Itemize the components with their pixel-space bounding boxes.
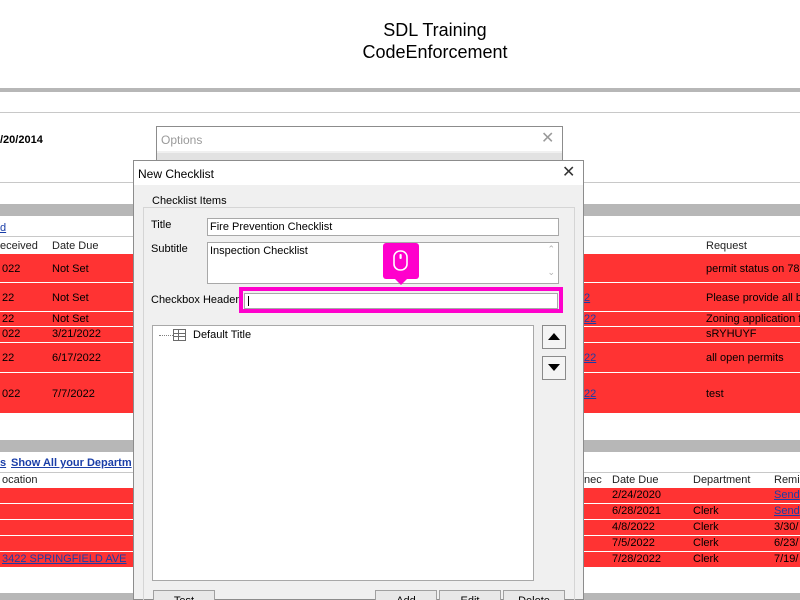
cell-request: test [706,388,724,400]
cell-date-due: Not Set [52,313,89,325]
cell-received: 22 [2,313,15,325]
cell-link[interactable]: 22 [584,352,596,364]
cell-received: 22 [2,292,15,304]
cell-date-due: 6/17/2022 [52,352,101,364]
cell-department: Clerk [693,521,719,533]
pointer-tail [394,278,408,285]
highlight-box [239,287,563,313]
cell-date-due: 2/24/2020 [612,489,661,501]
delete-button[interactable]: Delete [503,590,565,600]
tree-item-default-title[interactable]: Default Title [193,329,251,341]
cell-date-due: 4/8/2022 [612,521,655,533]
cell-department: Clerk [693,505,719,517]
column-header-received[interactable]: eceived [0,240,38,252]
dialog-titlebar: New Checklist ✕ [134,161,583,185]
cell-remind: 3/30/ [774,521,799,533]
cell-received: 022 [2,388,21,400]
app-title-line1: SDL Training [383,20,487,40]
cell-received: 022 [2,328,21,340]
cell-received: 022 [2,263,21,275]
cell-date-due: 7/5/2022 [612,537,655,549]
cell-link[interactable]: 22 [584,313,596,325]
cell-link[interactable]: 22 [584,388,596,400]
move-up-button[interactable] [542,325,566,349]
test-button[interactable]: Test [153,590,215,600]
cell-received: 22 [2,352,15,364]
date-fragment: /20/2014 [0,134,43,146]
options-title: Options [161,133,203,147]
subtitle-value: Inspection Checklist [210,245,308,257]
group-label: Checklist Items [150,195,229,207]
new-checklist-dialog: New Checklist ✕ Checklist Items Title Fi… [133,160,584,600]
column-header-date-due[interactable]: Date Due [52,240,98,252]
click-indicator [383,243,419,279]
arrow-down-icon [548,364,560,371]
scroll-down-icon[interactable]: ⌄ [547,267,555,278]
section-link[interactable]: d [0,222,6,234]
cell-department: Clerk [693,553,719,565]
title-label: Title [151,219,172,231]
close-icon[interactable]: ✕ [562,165,575,181]
column-header-request[interactable]: Request [706,240,747,252]
scroll-up-icon[interactable]: ⌃ [547,244,555,255]
cell-request: Please provide all b [706,292,800,304]
cell-remind[interactable]: Send [774,489,800,501]
app-title-line2: CodeEnforcement [362,42,508,62]
mouse-click-icon [393,250,408,271]
checklist-tree[interactable]: Default Title [152,325,534,581]
close-icon[interactable]: ✕ [541,131,554,147]
header-band [0,88,800,92]
cell-remind[interactable]: Send [774,505,800,517]
cell-date-due: 6/28/2021 [612,505,661,517]
column-header-location[interactable]: ocation [2,474,37,486]
cell-link[interactable]: 2 [584,292,590,304]
cell-request: all open permits [706,352,784,364]
dialog-title: New Checklist [138,167,215,181]
cell-request: permit status on 78 [706,263,800,275]
cell-location[interactable]: 3422 SPRINGFIELD AVE [2,553,127,565]
cell-date-due: 3/21/2022 [52,328,101,340]
cell-request: sRYHUYF [706,328,757,340]
cell-date-due: Not Set [52,292,89,304]
divider [0,112,800,113]
link-fragment[interactable]: s [0,457,6,469]
cell-date-due: 7/28/2022 [612,553,661,565]
cell-remind: 7/19/ [774,553,799,565]
cell-department: Clerk [693,537,719,549]
cell-request: Zoning application f [706,313,800,325]
options-titlebar: Options ✕ [157,127,562,151]
column-header-department[interactable]: Department [693,474,750,486]
show-all-departments-link[interactable]: Show All your Departm [11,457,132,469]
column-header-date-due[interactable]: Date Due [612,474,658,486]
move-down-button[interactable] [542,356,566,380]
tree-connector [159,335,173,336]
checkbox-header-label: Checkbox Header [151,294,240,306]
edit-button[interactable]: Edit [439,590,501,600]
add-button[interactable]: Add [375,590,437,600]
column-header-remind[interactable]: Remi [774,474,800,486]
subtitle-label: Subtitle [151,243,188,255]
arrow-up-icon [548,333,560,340]
cell-date-due: 7/7/2022 [52,388,95,400]
title-field[interactable]: Fire Prevention Checklist [207,218,559,236]
table-icon [173,329,186,341]
column-header-nec[interactable]: nec [584,474,602,486]
cell-remind: 6/23/ [774,537,799,549]
cell-date-due: Not Set [52,263,89,275]
